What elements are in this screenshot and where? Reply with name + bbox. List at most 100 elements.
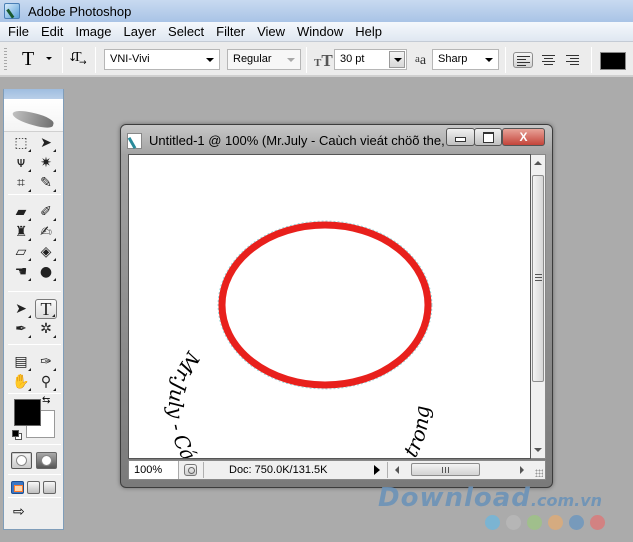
hand-icon: ✋	[12, 374, 30, 390]
font-size-value: 30 pt	[340, 53, 365, 65]
divider	[95, 47, 96, 73]
default-colors-fg-icon[interactable]	[12, 430, 19, 437]
full-screen-mode-button[interactable]	[43, 481, 56, 494]
crop-icon: ⌗	[17, 175, 25, 191]
feather-logo-icon[interactable]	[4, 99, 63, 132]
watermark-suffix: .com.vn	[530, 491, 603, 510]
vertical-scroll-thumb[interactable]	[532, 175, 544, 382]
eraser-tool[interactable]: ▱	[10, 242, 32, 262]
burn-tool[interactable]: ●	[35, 262, 57, 282]
lasso-tool[interactable]: ᴪ	[10, 153, 32, 173]
swap-colors-icon[interactable]: ⇆	[42, 395, 50, 406]
document-canvas[interactable]: Mr.July - Cách viết chữ theo hình tròn t…	[128, 154, 531, 459]
toolbox-header[interactable]	[4, 89, 63, 99]
menu-select[interactable]: Select	[162, 24, 210, 39]
standard-screen-mode-button[interactable]	[11, 481, 24, 494]
watermark-dot	[527, 515, 542, 530]
magic-wand-tool[interactable]: ✷	[35, 153, 57, 173]
document-title-bar[interactable]: Untitled-1 @ 100% (Mr.July - Caùch vieát…	[121, 125, 552, 153]
align-left-button[interactable]	[513, 52, 533, 68]
menu-filter[interactable]: Filter	[210, 24, 251, 39]
photoshop-feather-icon	[4, 3, 20, 19]
resize-grip-icon[interactable]	[535, 469, 543, 477]
text-orientation-toggle-icon[interactable]: T	[68, 50, 86, 68]
tool-preset-picker[interactable]: T	[22, 48, 34, 71]
jump-to-imageready-icon[interactable]: ⇨	[13, 503, 55, 523]
text-color-swatch[interactable]	[600, 52, 626, 70]
close-button[interactable]: X	[502, 128, 545, 146]
eyedropper-tool[interactable]: ✑	[35, 352, 57, 372]
font-size-dropdown-button[interactable]	[389, 51, 405, 68]
maximize-button[interactable]	[474, 128, 502, 146]
align-center-button[interactable]	[539, 52, 559, 68]
burn-icon: ●	[39, 264, 53, 280]
status-menu-arrow-icon[interactable]	[374, 465, 380, 475]
full-screen-menu-mode-button[interactable]	[27, 481, 40, 494]
document-window: Untitled-1 @ 100% (Mr.July - Caùch vieát…	[120, 124, 553, 488]
path-selection-tool[interactable]: ➤	[10, 299, 32, 319]
smudge-tool[interactable]: ☚	[10, 262, 32, 282]
app-title-bar: Adobe Photoshop	[0, 0, 633, 22]
scroll-down-icon[interactable]	[534, 448, 542, 452]
document-title: Untitled-1 @ 100% (Mr.July - Caùch vieát…	[149, 133, 445, 148]
divider	[8, 497, 61, 498]
scroll-right-icon[interactable]	[520, 466, 524, 474]
horizontal-scroll-thumb[interactable]	[411, 463, 480, 476]
vertical-scrollbar[interactable]	[531, 154, 546, 459]
menu-layer[interactable]: Layer	[118, 24, 163, 39]
scroll-up-icon[interactable]	[534, 161, 542, 165]
font-style-select[interactable]: Regular	[227, 49, 301, 70]
eraser-icon: ▱	[15, 244, 27, 260]
menu-view[interactable]: View	[251, 24, 291, 39]
zoom-level-field[interactable]: 100%	[129, 461, 179, 479]
magic-wand-icon: ✷	[40, 155, 52, 171]
paint-bucket-tool[interactable]: ◈	[35, 242, 57, 262]
clone-stamp-tool[interactable]: ♜	[10, 222, 32, 242]
status-options-icon[interactable]	[184, 464, 197, 476]
zoom-tool[interactable]: ⚲	[35, 372, 57, 392]
marquee-tool[interactable]: ⬚	[10, 133, 32, 153]
menu-window[interactable]: Window	[291, 24, 349, 39]
options-bar-grip[interactable]	[4, 48, 7, 72]
slice-tool[interactable]: ✎	[35, 173, 57, 193]
smudge-icon: ☚	[14, 264, 28, 280]
font-family-select[interactable]: VNI-Vivi	[104, 49, 220, 70]
menu-edit[interactable]: Edit	[35, 24, 69, 39]
notes-icon: ▤	[14, 354, 28, 370]
custom-shape-icon: ✲	[40, 321, 52, 337]
tool-preset-caret-icon[interactable]	[46, 57, 52, 60]
menu-file[interactable]: File	[2, 24, 35, 39]
menu-image[interactable]: Image	[69, 24, 117, 39]
brush-tool[interactable]: ✐	[35, 202, 57, 222]
history-brush-tool[interactable]: ✍	[35, 222, 57, 242]
scroll-left-icon[interactable]	[395, 466, 399, 474]
quick-mask-mode-button[interactable]	[36, 452, 57, 469]
divider	[203, 462, 204, 478]
lasso-icon: ᴪ	[16, 155, 26, 171]
pen-tool[interactable]: ✒	[10, 319, 32, 339]
custom-shape-tool[interactable]: ✲	[35, 319, 57, 339]
app-title: Adobe Photoshop	[28, 3, 132, 19]
options-bar: T T VNI-Vivi Regular TT 30 pt aa Sharp	[0, 42, 633, 77]
move-tool[interactable]: ➤	[35, 133, 57, 153]
watermark-dot	[485, 515, 500, 530]
healing-brush-tool[interactable]: ▰	[10, 202, 32, 222]
document-icon	[127, 133, 142, 149]
divider	[387, 462, 388, 478]
document-size-info: Doc: 750.0K/131.5K	[229, 464, 328, 476]
font-size-field[interactable]: 30 pt	[334, 49, 407, 70]
horizontal-scrollbar[interactable]	[391, 461, 528, 479]
divider	[591, 47, 592, 73]
crop-tool[interactable]: ⌗	[10, 173, 32, 193]
notes-tool[interactable]: ▤	[10, 352, 32, 372]
align-right-button[interactable]	[563, 52, 583, 68]
minimize-button[interactable]	[446, 128, 475, 146]
chevron-down-icon	[206, 58, 214, 62]
foreground-color-swatch[interactable]	[14, 399, 41, 426]
hand-tool[interactable]: ✋	[10, 372, 32, 392]
type-tool[interactable]: T	[35, 299, 57, 319]
menu-help[interactable]: Help	[349, 24, 388, 39]
anti-alias-select[interactable]: Sharp	[432, 49, 499, 70]
watermark-dot	[506, 515, 521, 530]
standard-mode-button[interactable]	[11, 452, 32, 469]
